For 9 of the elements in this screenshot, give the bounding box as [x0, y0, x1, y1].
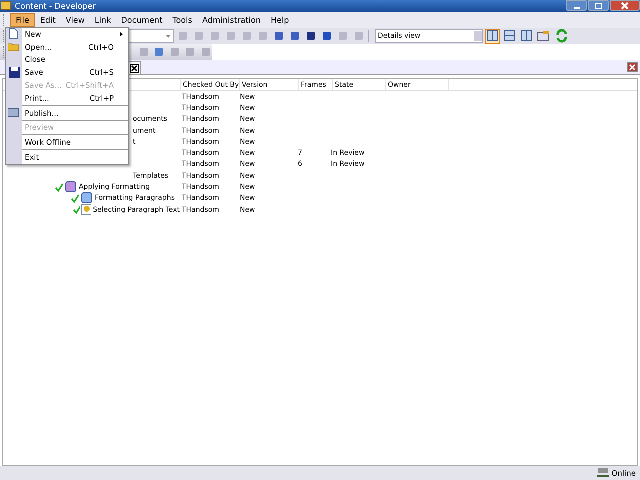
window-title: Content - Developer	[15, 2, 96, 10]
menu-item[interactable]: File	[10, 13, 36, 27]
menu-item[interactable]: Document	[116, 13, 168, 27]
menu-item[interactable]: Link	[90, 13, 116, 27]
menu-item[interactable]: Tools	[168, 13, 198, 27]
menu-item[interactable]: Help	[266, 13, 294, 27]
menu-item[interactable]: Edit	[35, 13, 61, 27]
menu-item[interactable]: Administration	[197, 13, 266, 27]
menu-item[interactable]: View	[60, 13, 90, 27]
